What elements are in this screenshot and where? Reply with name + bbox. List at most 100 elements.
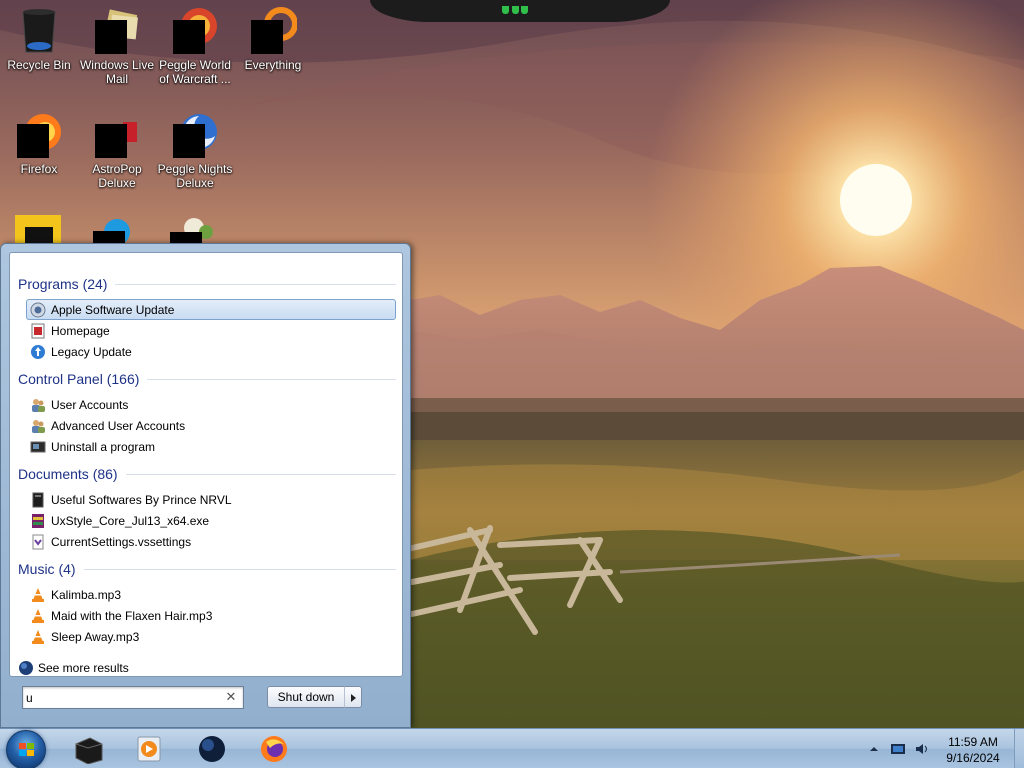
tray-volume-icon[interactable] xyxy=(914,741,930,757)
archive-icon xyxy=(32,513,44,528)
desktop-icon-astropop[interactable]: AstroPop Deluxe xyxy=(78,110,156,190)
start-search-box[interactable]: ✕ xyxy=(22,686,244,709)
firefox-icon xyxy=(15,110,63,158)
desktop-icon-label: Windows Live Mail xyxy=(79,58,155,86)
show-hidden-icons-button[interactable] xyxy=(868,742,880,756)
result-label: Apple Software Update xyxy=(51,302,175,317)
desktop-icon-label: Firefox xyxy=(20,162,58,176)
result-label: Uninstall a program xyxy=(51,439,156,454)
taskbar-firefox[interactable] xyxy=(252,732,296,766)
clear-search-icon[interactable]: ✕ xyxy=(224,690,238,704)
shutdown-button[interactable]: Shut down xyxy=(267,686,345,708)
group-title: Control Panel (166) xyxy=(18,371,140,387)
search-globe-icon xyxy=(19,661,33,675)
desktop-icon-firefox[interactable]: Firefox xyxy=(0,110,78,176)
astropop-icon xyxy=(93,110,141,158)
group-title: Documents (86) xyxy=(18,466,118,482)
result-uxstyle-core[interactable]: UxStyle_Core_Jul13_x64.exe xyxy=(26,510,396,531)
homepage-icon xyxy=(31,323,45,338)
see-more-label: See more results xyxy=(38,661,129,675)
desktop-icon-label: Everything xyxy=(244,58,302,72)
clock-time: 11:59 AM xyxy=(948,735,998,749)
shutdown-options-button[interactable] xyxy=(344,686,362,708)
show-desktop-button[interactable] xyxy=(1014,729,1024,768)
desktop-icon-label: Recycle Bin xyxy=(7,58,71,72)
result-legacy-update[interactable]: Legacy Update xyxy=(26,341,396,362)
taskbar-media-player[interactable] xyxy=(126,732,170,766)
group-title: Programs (24) xyxy=(18,276,108,292)
desktop-icon-everything[interactable]: Everything xyxy=(234,6,312,72)
vlc-icon xyxy=(32,608,44,623)
vlc-icon xyxy=(32,629,44,644)
windows-logo-icon xyxy=(19,743,34,756)
firefox-icon xyxy=(261,736,287,762)
result-kalimba[interactable]: Kalimba.mp3 xyxy=(26,584,396,605)
black-box-app-icon xyxy=(75,737,103,764)
desktop-icon-peggle-wow[interactable]: Peggle World of Warcraft ... xyxy=(156,6,234,86)
start-menu: Programs (24) Apple Software Update Home… xyxy=(0,243,411,728)
vssettings-icon xyxy=(32,534,44,549)
taskbar-app-3[interactable] xyxy=(190,732,234,766)
group-header-documents[interactable]: Documents (86) xyxy=(18,465,396,483)
result-useful-softwares[interactable]: Useful Softwares By Prince NRVL xyxy=(26,489,396,510)
globe-app-icon xyxy=(199,736,225,762)
desktop-icon-peggle-nights[interactable]: Peggle Nights Deluxe xyxy=(156,110,234,190)
result-homepage[interactable]: Homepage xyxy=(26,320,396,341)
search-results-pane: Programs (24) Apple Software Update Home… xyxy=(9,252,403,677)
result-label: Useful Softwares By Prince NRVL xyxy=(51,492,232,507)
desktop-icon-partial-2[interactable] xyxy=(93,218,133,245)
result-maid-flaxen-hair[interactable]: Maid with the Flaxen Hair.mp3 xyxy=(26,605,396,626)
result-label: UxStyle_Core_Jul13_x64.exe xyxy=(51,513,210,528)
taskbar: 11:59 AM 9/16/2024 xyxy=(0,728,1024,768)
desktop-icon-label: Peggle World of Warcraft ... xyxy=(159,58,231,86)
result-user-accounts[interactable]: User Accounts xyxy=(26,394,396,415)
gadget-indicator-icon xyxy=(502,6,528,14)
result-apple-software-update[interactable]: Apple Software Update xyxy=(26,299,396,320)
result-sleep-away[interactable]: Sleep Away.mp3 xyxy=(26,626,396,647)
desktop-icon-recycle-bin[interactable]: Recycle Bin xyxy=(0,6,78,72)
top-gadget-bar xyxy=(370,0,670,22)
desktop-icon-label: AstroPop Deluxe xyxy=(92,162,142,190)
taskbar-clock[interactable]: 11:59 AM 9/16/2024 xyxy=(940,734,1006,766)
desktop-icon-windows-live-mail[interactable]: Windows Live Mail xyxy=(78,6,156,86)
user-accounts-icon xyxy=(32,398,45,412)
result-label: User Accounts xyxy=(51,397,129,412)
group-header-programs[interactable]: Programs (24) xyxy=(18,275,396,293)
legacy-update-icon xyxy=(31,344,45,359)
desktop-icon-label: Peggle Nights Deluxe xyxy=(157,162,233,190)
result-label: Sleep Away.mp3 xyxy=(51,629,140,644)
tray-display-icon[interactable] xyxy=(890,741,906,757)
clock-date: 9/16/2024 xyxy=(946,751,1000,765)
see-more-results-link[interactable]: See more results xyxy=(18,659,129,677)
result-label: Advanced User Accounts xyxy=(51,418,186,433)
chevron-up-icon xyxy=(870,747,878,751)
recycle-bin-icon xyxy=(15,6,63,54)
result-uninstall-program[interactable]: Uninstall a program xyxy=(26,436,396,457)
peggle-nights-icon xyxy=(171,110,219,158)
user-accounts-icon xyxy=(32,419,45,433)
peggle-wow-icon xyxy=(171,6,219,54)
result-label: CurrentSettings.vssettings xyxy=(51,534,192,549)
desktop-icon-partial-1[interactable] xyxy=(15,215,63,245)
media-player-icon xyxy=(137,736,161,762)
group-header-control-panel[interactable]: Control Panel (166) xyxy=(18,370,396,388)
group-header-music[interactable]: Music (4) xyxy=(18,560,396,578)
result-label: Maid with the Flaxen Hair.mp3 xyxy=(51,608,213,623)
arrow-right-icon xyxy=(351,694,356,702)
group-title: Music (4) xyxy=(18,561,76,577)
start-button[interactable] xyxy=(6,730,46,768)
everything-search-icon xyxy=(249,6,298,54)
result-label: Legacy Update xyxy=(51,344,132,359)
mail-icon xyxy=(93,6,141,54)
result-label: Homepage xyxy=(51,323,110,338)
search-input[interactable] xyxy=(26,689,222,706)
desktop-icon-partial-3[interactable] xyxy=(170,214,218,245)
programs-icon xyxy=(30,441,46,452)
vlc-icon xyxy=(32,587,44,602)
taskbar-app-1[interactable] xyxy=(66,732,110,766)
result-advanced-user-accounts[interactable]: Advanced User Accounts xyxy=(26,415,396,436)
result-label: Kalimba.mp3 xyxy=(51,587,122,602)
document-icon xyxy=(32,492,44,507)
result-currentsettings[interactable]: CurrentSettings.vssettings xyxy=(26,531,396,552)
apple-update-icon xyxy=(30,302,46,317)
